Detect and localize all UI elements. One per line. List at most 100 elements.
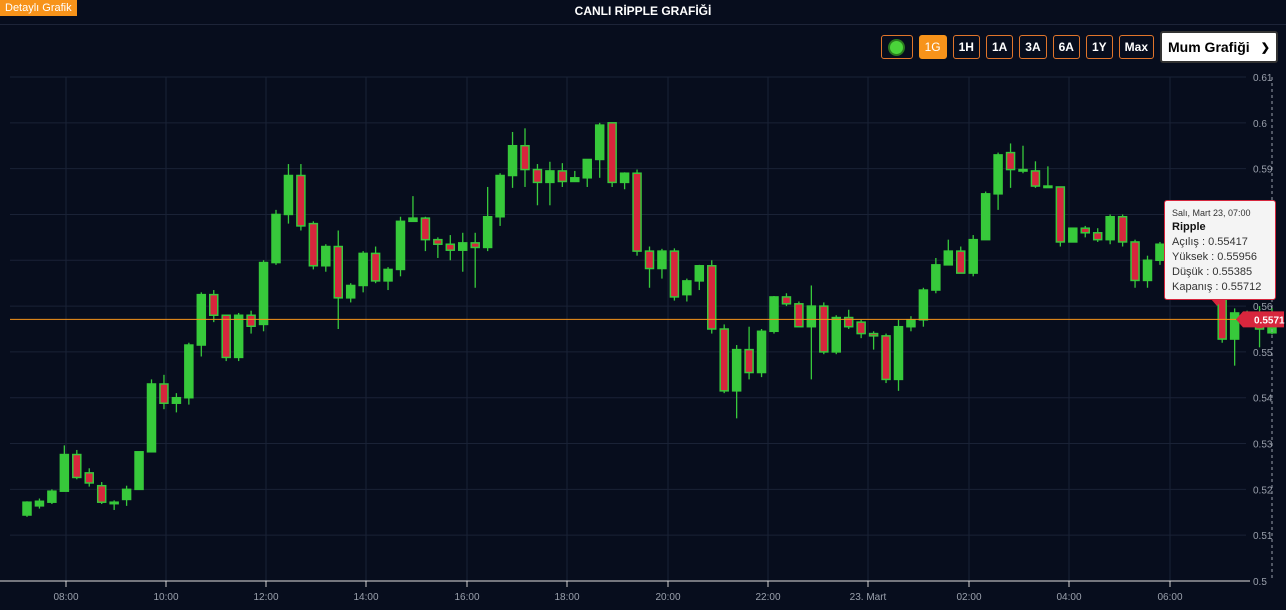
candle [968,235,978,277]
y-tick-label: 0.54 [1253,394,1273,405]
candle-body-down [632,172,642,252]
x-tick-label: 23. Mart [850,592,887,603]
candle-body-down [308,222,319,267]
candle-body-down [246,314,256,328]
candle [296,164,306,231]
candle [134,451,144,491]
candle-body-down [1005,151,1016,171]
tooltip-high-value: 0.55956 [1217,251,1258,263]
candle [731,345,742,419]
candle-body-down [159,383,169,404]
x-tick-label: 18:00 [554,592,579,603]
candle [333,230,343,329]
candle-body-down [420,217,431,241]
candle [756,329,767,378]
candle [1018,145,1028,174]
candle-body-up [619,172,630,184]
candle [669,248,680,301]
candle-body-up [482,215,493,249]
candle-body-down [520,144,530,171]
candle-body-up [980,193,991,241]
candle-body-up [233,314,244,359]
candle [370,246,381,284]
candle-body-up [594,124,605,161]
y-tick-label: 0.55 [1253,348,1273,359]
candle [632,169,642,256]
candle [146,379,157,453]
candle-body-up [1229,312,1240,340]
candle-body-down [557,170,568,183]
candle-body-down [607,122,617,184]
candle [246,310,256,334]
candle [47,489,57,505]
candle-body-down [744,348,754,374]
candle [408,196,418,223]
y-tick-label: 0.61 [1253,73,1273,84]
candle-body-up [321,245,331,267]
candle [594,122,605,178]
candle-body-down [96,484,107,503]
candle-body-down [881,335,891,381]
candle-body-down [794,303,804,328]
candle [283,164,294,224]
candle-body-down [221,314,231,359]
candle [233,312,244,362]
candle [159,374,169,410]
tooltip-date: Salı, Mart 23, 07:00 [1172,208,1251,218]
candle-body-down [1080,227,1090,234]
candle-body-down [209,293,219,317]
candle [719,324,729,394]
candle [1068,227,1078,243]
candlestick-chart[interactable]: 0.50.510.520.530.540.550.560.570.580.590… [0,0,1286,610]
candle-body-up [906,319,916,328]
candle-body-up [893,325,904,381]
candle-body-down [1018,168,1028,172]
candle-body-up [121,488,132,501]
candle [980,191,991,241]
candle [1030,161,1041,188]
candle [881,333,891,384]
candle-body-down [1055,186,1066,243]
candle-body-down [1092,232,1103,241]
candle [744,326,754,380]
candle [482,186,493,252]
candle [694,264,705,291]
candle [358,251,368,293]
candle-body-up [22,501,32,516]
candle [271,209,281,265]
candle [1092,228,1103,242]
tooltip-open-row: Açılış : 0.55417 [1172,236,1248,248]
candle [221,314,231,362]
candle-body-up [806,305,817,328]
candle [582,158,592,187]
candle-body-down [1117,215,1128,243]
tooltip-high-label: Yüksek [1172,251,1209,263]
candle [184,342,194,405]
candle-body-down [781,296,792,305]
candle-body-up [171,396,182,404]
candle [96,482,107,505]
candle-body-up [931,264,941,291]
candle [109,500,119,510]
candle-body-up [358,252,368,287]
last-price-label: 0.5571 [1254,315,1285,326]
candle-body-down [333,245,343,299]
candle-body-down [296,174,306,227]
candle [196,292,207,357]
candle [1142,255,1153,288]
candle [819,302,829,355]
x-tick-label: 20:00 [655,592,680,603]
candle [433,237,443,258]
candle-body-down [644,250,655,270]
candle [1130,239,1140,288]
candle [806,285,817,380]
candle [321,244,331,272]
candle-body-down [669,250,680,298]
candle-body-up [495,174,505,218]
candle-body-up [694,265,705,282]
tooltip-close-label: Kapanış [1172,281,1213,293]
candle-body-up [943,250,954,266]
candle [258,260,269,332]
candle-body-down [719,328,729,392]
candle [308,221,319,270]
